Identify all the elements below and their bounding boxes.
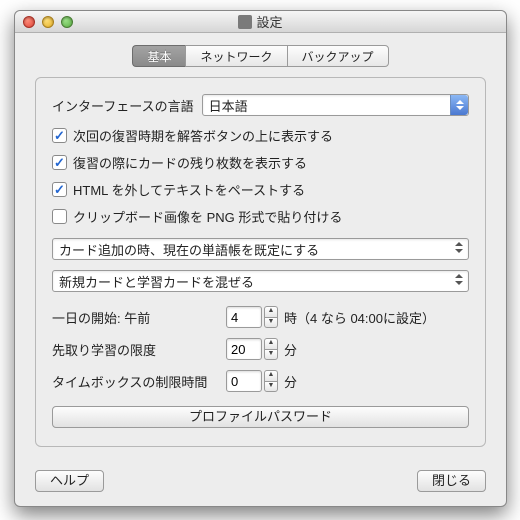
help-button[interactable]: ヘルプ [35, 470, 104, 492]
timebox-suffix: 分 [284, 372, 297, 391]
step-down-icon[interactable]: ▼ [264, 317, 278, 329]
window-title-text: 設定 [256, 12, 282, 31]
tab-backup[interactable]: バックアップ [287, 45, 389, 67]
check-label: クリップボード画像を PNG 形式で貼り付ける [73, 207, 342, 226]
check-label: HTML を外してテキストをペーストする [73, 180, 305, 199]
step-down-icon[interactable]: ▼ [264, 381, 278, 393]
language-value: 日本語 [209, 96, 248, 115]
tab-network[interactable]: ネットワーク [185, 45, 286, 67]
check-label: 復習の際にカードの残り枚数を表示する [73, 153, 307, 172]
tab-strip: 基本 ネットワーク バックアップ [15, 45, 506, 67]
step-up-icon[interactable]: ▲ [264, 370, 278, 381]
learn-ahead-suffix: 分 [284, 340, 297, 359]
select-value: 新規カードと学習カードを混ぜる [59, 272, 254, 291]
language-label: インターフェースの言語 [52, 96, 194, 115]
titlebar: 設定 [15, 11, 506, 33]
timebox-label: タイムボックスの制限時間 [52, 372, 220, 391]
app-icon [238, 15, 252, 29]
profile-password-button[interactable]: プロファイルパスワード [52, 406, 469, 428]
check-strip-html[interactable] [52, 182, 67, 197]
timebox-stepper[interactable]: ▲▼ [226, 370, 278, 392]
footer: ヘルプ 閉じる [15, 470, 506, 492]
learn-ahead-stepper[interactable]: ▲▼ [226, 338, 278, 360]
default-deck-select[interactable]: カード追加の時、現在の単語帳を既定にする [52, 238, 469, 260]
check-show-next-review[interactable] [52, 128, 67, 143]
timebox-input[interactable] [226, 370, 262, 392]
close-icon[interactable] [23, 16, 35, 28]
learn-ahead-input[interactable] [226, 338, 262, 360]
step-up-icon[interactable]: ▲ [264, 338, 278, 349]
window-title: 設定 [238, 12, 282, 31]
day-start-suffix: 時（4 なら 04:00に設定） [284, 308, 435, 327]
day-start-input[interactable] [226, 306, 262, 328]
language-select[interactable]: 日本語 [202, 94, 469, 116]
updown-icon [454, 242, 464, 253]
minimize-icon[interactable] [42, 16, 54, 28]
basic-group: インターフェースの言語 日本語 次回の復習時期を解答ボタンの上に表示する 復習の… [35, 77, 486, 447]
select-value: カード追加の時、現在の単語帳を既定にする [59, 240, 319, 259]
zoom-icon[interactable] [61, 16, 73, 28]
check-paste-png[interactable] [52, 209, 67, 224]
check-label: 次回の復習時期を解答ボタンの上に表示する [73, 126, 333, 145]
traffic-lights [23, 16, 73, 28]
learn-ahead-label: 先取り学習の限度 [52, 340, 220, 359]
preferences-window: 設定 基本 ネットワーク バックアップ インターフェースの言語 日本語 次回の復… [14, 10, 507, 507]
tab-basic[interactable]: 基本 [132, 45, 185, 67]
updown-icon [450, 95, 468, 115]
day-start-stepper[interactable]: ▲▼ [226, 306, 278, 328]
new-learn-mix-select[interactable]: 新規カードと学習カードを混ぜる [52, 270, 469, 292]
step-down-icon[interactable]: ▼ [264, 349, 278, 361]
check-show-remaining[interactable] [52, 155, 67, 170]
day-start-label: 一日の開始: 午前 [52, 308, 220, 327]
updown-icon [454, 274, 464, 285]
close-button[interactable]: 閉じる [417, 470, 486, 492]
step-up-icon[interactable]: ▲ [264, 306, 278, 317]
